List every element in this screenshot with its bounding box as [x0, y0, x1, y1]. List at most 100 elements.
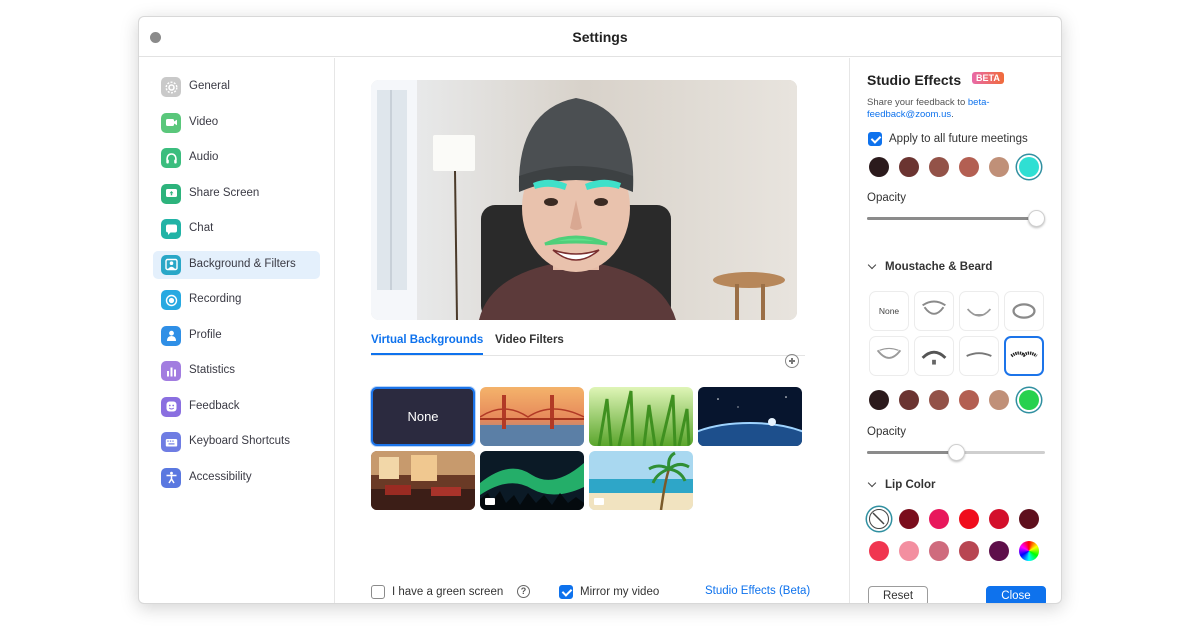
moustache-option-none[interactable]: None	[869, 291, 909, 331]
moustache-option[interactable]	[869, 336, 909, 376]
beach-image	[589, 451, 693, 510]
moustache-color-swatch[interactable]	[929, 390, 949, 410]
background-thumb-none[interactable]: None	[371, 387, 475, 446]
moustache-option[interactable]	[959, 291, 999, 331]
moustache-option[interactable]	[959, 336, 999, 376]
sidebar-item-background-filters[interactable]: Background & Filters	[153, 250, 320, 279]
feedback-prefix: Share your feedback to	[867, 97, 968, 108]
headphones-icon	[161, 148, 181, 168]
moustache-color-swatch[interactable]	[899, 390, 919, 410]
lip-color-swatch[interactable]	[899, 541, 919, 561]
moustache-opacity-knob[interactable]	[947, 444, 965, 461]
green-screen-checkbox[interactable]	[371, 585, 385, 599]
moustache-color-swatch[interactable]	[959, 390, 979, 410]
sidebar-item-share-screen[interactable]: Share Screen	[153, 180, 320, 208]
accessibility-icon	[161, 467, 181, 488]
main-panel: Virtual Backgrounds Video Filters None I…	[336, 58, 848, 603]
moustache-color-swatch[interactable]	[989, 390, 1009, 410]
eyebrow-opacity-label: Opacity	[867, 192, 906, 204]
tab-virtual-backgrounds[interactable]: Virtual Backgrounds	[371, 334, 483, 346]
statistics-icon	[161, 361, 181, 381]
sidebar-item-audio[interactable]: Audio	[153, 144, 320, 172]
lip-color-swatch[interactable]	[959, 509, 979, 529]
sidebar-item-label: Profile	[189, 328, 222, 341]
video-background-icon	[485, 498, 495, 505]
moustache-option[interactable]	[1004, 336, 1044, 376]
background-thumb-golden-gate-bridge[interactable]	[480, 387, 584, 446]
eyebrow-color-swatch[interactable]	[1019, 157, 1039, 177]
lip-color-swatch[interactable]	[929, 509, 949, 529]
moustache-style-icon	[921, 350, 947, 365]
lip-color-swatch[interactable]	[899, 509, 919, 529]
moustache-style-icon	[966, 352, 992, 357]
beta-badge: BETA	[972, 72, 1004, 84]
feedback-text: Share your feedback to beta-feedback@zoo…	[867, 97, 1047, 121]
mirror-video-label: Mirror my video	[580, 586, 660, 598]
background-thumb-aurora[interactable]	[480, 451, 584, 510]
eyebrow-color-swatch[interactable]	[869, 157, 889, 177]
sidebar-item-label: Statistics	[189, 364, 236, 376]
sidebar-item-label: General	[189, 80, 230, 92]
sidebar-item-accessibility[interactable]: Accessibility	[153, 464, 320, 492]
moustache-color-swatch[interactable]	[1019, 390, 1039, 410]
chevron-down-icon	[867, 478, 877, 488]
eyebrow-opacity-knob[interactable]	[1027, 210, 1045, 227]
sidebar-item-label: Share Screen	[189, 186, 260, 199]
moustache-style-icon	[1010, 351, 1038, 358]
studio-effects-link[interactable]: Studio Effects (Beta)	[705, 585, 810, 597]
feedback-suffix: .	[951, 109, 954, 120]
lip-color-swatch[interactable]	[869, 541, 889, 561]
background-thumb-beach[interactable]	[589, 451, 693, 510]
sidebar-item-label: Chat	[189, 222, 214, 234]
background-thumb-grass[interactable]	[589, 387, 693, 446]
sidebar-item-profile[interactable]: Profile	[153, 322, 320, 350]
background-none-label: None	[407, 409, 439, 424]
lip-color-swatch[interactable]	[1019, 509, 1039, 529]
lip-color-swatch[interactable]	[929, 541, 949, 561]
close-button[interactable]: Close	[986, 586, 1046, 603]
lip-color-section-header[interactable]: Lip Color	[867, 478, 936, 491]
eyebrow-color-swatch[interactable]	[899, 157, 919, 177]
aurora-image	[480, 451, 584, 510]
moustache-section-header[interactable]: Moustache & Beard	[867, 260, 992, 273]
lip-color-section-title: Lip Color	[885, 479, 936, 491]
sidebar-item-chat[interactable]: Chat	[153, 215, 320, 243]
eyebrow-opacity-fill	[867, 217, 1037, 220]
apply-future-checkbox[interactable]	[868, 132, 882, 146]
reset-button[interactable]: Reset	[868, 586, 928, 603]
studio-effects-title: Studio Effects	[867, 72, 962, 88]
moustache-style-icon	[876, 347, 902, 359]
lip-color-swatch[interactable]	[959, 541, 979, 561]
sidebar-item-statistics[interactable]: Statistics	[153, 357, 320, 385]
eyebrow-color-swatch[interactable]	[959, 157, 979, 177]
moustache-opacity-slider[interactable]	[867, 444, 1045, 461]
video-preview	[371, 80, 797, 320]
tab-video-filters[interactable]: Video Filters	[495, 334, 564, 346]
background-tabs: Virtual Backgrounds Video Filters	[371, 334, 805, 358]
color-picker-icon[interactable]	[1019, 541, 1039, 561]
eyebrow-opacity-slider[interactable]	[867, 210, 1045, 227]
mirror-video-checkbox[interactable]	[559, 585, 573, 599]
help-icon[interactable]: ?	[517, 585, 530, 598]
eyebrow-color-swatch[interactable]	[989, 157, 1009, 177]
sidebar-item-video[interactable]: Video	[153, 109, 320, 137]
background-thumb-interior-room[interactable]	[371, 451, 475, 510]
eyebrow-color-swatch[interactable]	[929, 157, 949, 177]
lip-color-swatch[interactable]	[989, 541, 1009, 561]
sidebar-item-general[interactable]: General	[153, 73, 320, 101]
video-background-icon	[594, 498, 604, 505]
sidebar-item-recording[interactable]: Recording	[153, 286, 320, 314]
studio-effects-panel: Studio Effects BETA Share your feedback …	[849, 58, 1061, 603]
sidebar-item-keyboard-shortcuts[interactable]: Keyboard Shortcuts	[153, 428, 320, 456]
moustache-option[interactable]	[914, 291, 954, 331]
no-color-icon[interactable]	[869, 509, 889, 529]
lip-color-swatch[interactable]	[989, 509, 1009, 529]
moustache-option[interactable]	[1004, 291, 1044, 331]
earth-from-space-image	[698, 387, 802, 446]
background-thumb-earth-from-space[interactable]	[698, 387, 802, 446]
interior-room-image	[371, 451, 475, 510]
moustache-option[interactable]	[914, 336, 954, 376]
plus-circle-icon[interactable]	[785, 354, 799, 368]
moustache-color-swatch[interactable]	[869, 390, 889, 410]
sidebar-item-feedback[interactable]: Feedback	[153, 393, 320, 421]
